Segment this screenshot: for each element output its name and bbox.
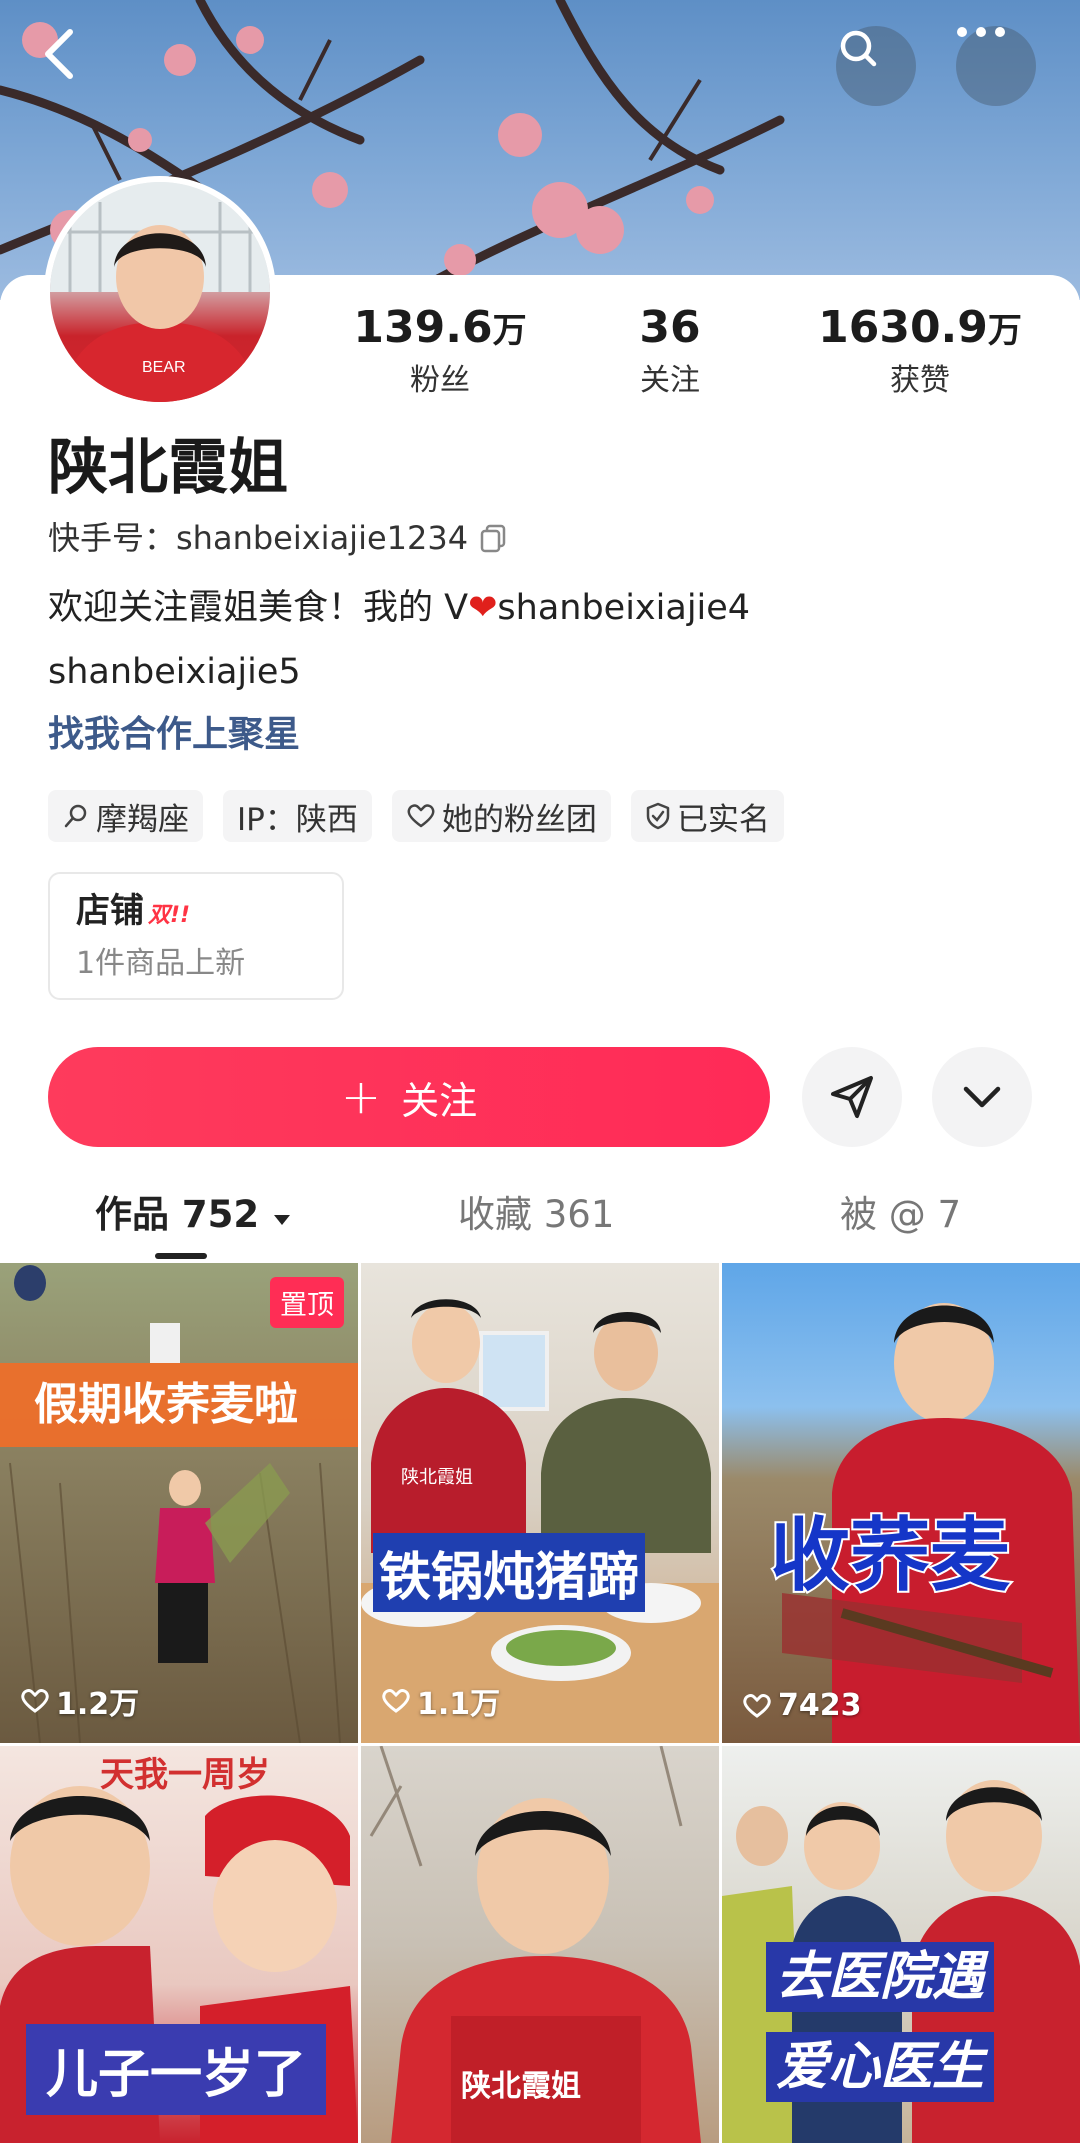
followers-unit: 万 [492,311,527,351]
shop-badge: 双!! [148,903,191,928]
tag-ip-label: IP：陕西 [237,801,358,838]
back-button[interactable] [40,26,120,106]
back-arrow-icon [45,29,73,79]
bio-text-b: shanbeixiajie4 [497,588,751,628]
tab-works-label: 作品 752 [95,1193,260,1236]
bio-line-2: shanbeixiajie5 [48,652,301,692]
video-caption: 儿子一岁了 [26,2024,327,2115]
tab-indicator [155,1253,207,1259]
profile-bio: 欢迎关注霞姐美食！我的 V❤shanbeixiajie4 shanbeixiaj… [48,576,1048,704]
video-tile[interactable]: 置顶 假期收荞麦啦 1.2万 [0,1263,358,1743]
kuaishou-id: 快手号：shanbeixiajie1234 [48,516,508,560]
shop-card[interactable]: 店铺 双!! 1件商品上新 [48,872,344,1000]
tag-constellation-label: 摩羯座 [96,801,189,838]
tag-ip-location: IP：陕西 [223,790,372,842]
heart-outline-icon [21,1689,49,1713]
constellation-icon [64,804,87,828]
follow-button[interactable]: + 关注 [48,1047,770,1147]
stat-following[interactable]: 36 关注 [600,300,740,403]
expand-button[interactable] [932,1047,1032,1147]
video-tile[interactable]: 天我一周岁 儿子一岁了 [0,1746,358,2143]
video-caption-line-1: 去医院遇 [766,1942,995,2012]
followers-label: 粉丝 [410,363,470,398]
heart-emoji-icon: ❤ [468,588,498,628]
like-count: 7423 [742,1688,862,1723]
video-caption-line-2: 爱心医生 [766,2032,995,2102]
svg-text:BEAR: BEAR [142,359,186,376]
video-caption: 铁锅炖猪蹄 [373,1533,646,1612]
likes-unit: 万 [987,311,1022,351]
shield-check-icon [646,802,670,830]
video-grid: 置顶 假期收荞麦啦 1.2万 陕北霞姐 铁锅炖猪蹄 1.1万 收荞麦 7423 … [0,1263,1080,2143]
profile-name: 陕北霞姐 [48,433,288,503]
video-tile[interactable]: 收荞麦 7423 [722,1263,1080,1743]
plus-icon: + [340,1069,382,1125]
chevron-down-icon [963,1086,1001,1108]
tab-mentions[interactable]: 被 @ 7 [840,1190,961,1240]
apron-text: 陕北霞姐 [401,1467,473,1488]
like-count: 1.1万 [381,1679,500,1723]
video-caption: 假期收荞麦啦 [0,1363,358,1447]
video-tile[interactable]: 陕北霞姐 [361,1746,719,2143]
content-tabs: 作品 752 收藏 361 被 @ 7 [0,1180,1080,1260]
heart-outline-icon [407,804,435,828]
heart-outline-icon [382,1689,410,1713]
profile-tags: 摩羯座 IP：陕西 她的粉丝团 已实名 [48,790,784,842]
search-icon [840,30,877,67]
like-count-text: 7423 [778,1688,862,1723]
shop-subtitle: 1件商品上新 [76,946,246,981]
shop-title: 店铺 [76,891,144,931]
kuaishou-id-text: 快手号：shanbeixiajie1234 [48,519,469,557]
video-tile[interactable]: 去医院遇 爱心医生 [722,1746,1080,2143]
like-count: 1.2万 [20,1679,139,1723]
tag-verified[interactable]: 已实名 [630,790,784,842]
avatar[interactable]: BEAR [44,176,276,408]
avatar-portrait: BEAR [50,182,270,402]
video-thumbnail: 陕北霞姐 [361,1299,719,1743]
likes-count: 1630.9 [818,302,988,353]
video-thumbnail [9,1265,341,1743]
like-count-text: 1.2万 [56,1687,140,1722]
more-options-button[interactable] [956,26,1036,106]
search-button[interactable] [836,26,916,106]
share-button[interactable] [802,1047,902,1147]
video-tile[interactable]: 陕北霞姐 铁锅炖猪蹄 1.1万 [361,1263,719,1743]
stat-followers[interactable]: 139.6万 粉丝 [330,300,550,403]
tag-fan-club[interactable]: 她的粉丝团 [391,790,611,842]
heart-outline-icon [743,1693,771,1718]
copy-icon[interactable] [478,523,508,553]
caret-down-icon [274,1215,291,1225]
tab-works[interactable]: 作品 752 [95,1190,292,1240]
tag-constellation[interactable]: 摩羯座 [48,790,203,842]
collab-link[interactable]: 找我合作上聚星 [48,710,300,760]
following-count: 36 [639,302,701,353]
following-label: 关注 [640,363,700,398]
video-caption: 收荞麦 [768,1507,1012,1604]
like-count-text: 1.1万 [417,1687,501,1722]
follow-label: 关注 [401,1078,478,1123]
tag-fan-club-label: 她的粉丝团 [441,801,597,838]
tab-favorites[interactable]: 收藏 361 [458,1190,614,1240]
apron-text: 陕北霞姐 [461,2069,581,2104]
more-dots-icon [957,27,1005,37]
banner-text: 天我一周岁 [100,1755,270,1795]
likes-label: 获赞 [890,363,950,398]
pinned-badge: 置顶 [270,1277,344,1328]
tag-verified-label: 已实名 [676,801,770,838]
paper-plane-icon [831,1076,873,1118]
bio-text-a: 欢迎关注霞姐美食！我的 V [48,588,469,628]
stat-likes[interactable]: 1630.9万 获赞 [790,300,1050,403]
followers-count: 139.6 [353,302,493,353]
profile-stats: 139.6万 粉丝 36 关注 1630.9万 获赞 [330,300,1060,410]
video-thumbnail: 陕北霞姐 [369,1746,701,2143]
